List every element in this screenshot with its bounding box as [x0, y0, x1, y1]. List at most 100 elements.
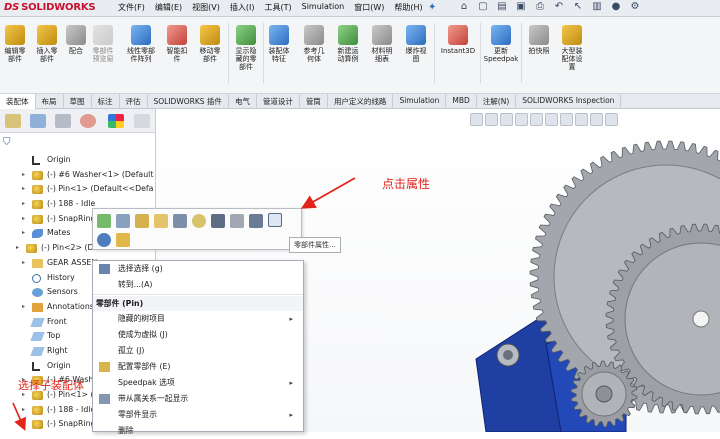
select-icon[interactable]: ↖ — [570, 1, 586, 15]
tree-item[interactable]: Origin — [0, 153, 156, 168]
display-manager-tab-icon[interactable] — [108, 114, 124, 128]
menu-item-goto[interactable]: 转到...(A) — [93, 277, 303, 293]
expand-arrow-icon[interactable]: ▸ — [22, 417, 25, 431]
snapshot-button[interactable]: 拍快照 — [522, 25, 556, 55]
tab-electrical[interactable]: 电气 — [229, 94, 257, 109]
appearance-icon[interactable] — [575, 113, 588, 126]
menu-item-speedpak-options[interactable]: Speedpak 选项 ▸ — [93, 375, 303, 391]
move-component-button[interactable]: 移动零 部件 — [193, 25, 227, 63]
view-orientation-icon[interactable] — [530, 113, 543, 126]
menu-file[interactable]: 文件(F) — [118, 2, 145, 13]
tab-inspection[interactable]: SOLIDWORKS Inspection — [516, 94, 622, 109]
expand-arrow-icon[interactable]: ▸ — [16, 241, 19, 255]
component-properties-icon[interactable] — [268, 213, 282, 227]
undo-icon[interactable]: ↶ — [551, 1, 567, 15]
appearance-icon[interactable] — [230, 214, 244, 228]
menu-simulation[interactable]: Simulation — [302, 2, 345, 13]
tab-annotations[interactable]: 注解(N) — [477, 94, 517, 109]
expand-arrow-icon[interactable]: ▸ — [22, 403, 25, 417]
scene-icon[interactable] — [590, 113, 603, 126]
view-settings-icon[interactable] — [605, 113, 618, 126]
isolate-icon[interactable] — [192, 214, 206, 228]
tab-user-routing[interactable]: 用户定义的线路 — [328, 94, 394, 109]
menu-edit[interactable]: 编辑(E) — [155, 2, 182, 13]
menu-item-make-virtual[interactable]: 使成为虚拟 (J) — [93, 327, 303, 343]
speedpak-button[interactable]: 更新 Speedpak — [482, 25, 520, 63]
expand-arrow-icon[interactable]: ▸ — [22, 168, 25, 182]
configure-component-icon[interactable] — [116, 233, 130, 247]
menu-help[interactable]: 帮助(H) — [394, 2, 422, 13]
menu-item-show-with-dependents[interactable]: 带从属关系一起显示 — [93, 391, 303, 407]
dimxpert-tab-icon[interactable] — [80, 114, 96, 128]
expand-arrow-icon[interactable]: ▸ — [22, 182, 25, 196]
menu-item-delete[interactable]: 删除 — [93, 423, 303, 439]
menu-insert[interactable]: 插入(I) — [230, 2, 255, 13]
zoom-to-selection-icon[interactable] — [97, 233, 111, 247]
menu-item-select[interactable]: 选择选择 (g) — [93, 261, 303, 277]
hide-components-icon[interactable] — [154, 214, 168, 228]
property-manager-tab-icon[interactable] — [30, 114, 46, 128]
zoom-area-icon[interactable] — [485, 113, 498, 126]
previous-view-icon[interactable] — [500, 113, 513, 126]
menu-tools[interactable]: 工具(T) — [264, 2, 291, 13]
feature-manager-tab-icon[interactable] — [5, 114, 21, 128]
tab-assembly[interactable]: 装配体 — [0, 94, 36, 109]
mate-icon[interactable] — [249, 214, 263, 228]
open-part-icon[interactable] — [135, 214, 149, 228]
open-icon[interactable]: ▤ — [494, 1, 510, 15]
tab-markup[interactable]: 标注 — [92, 94, 120, 109]
menu-item-configure-component[interactable]: 配置零部件 (E) — [93, 359, 303, 375]
show-hidden-button[interactable]: 显示隐 藏的零 部件 — [229, 25, 263, 71]
tab-evaluate[interactable]: 评估 — [120, 94, 148, 109]
options-icon[interactable]: ⚙ — [627, 1, 643, 15]
edit-assembly-icon[interactable] — [116, 214, 130, 228]
traffic-light-icon[interactable]: ● — [608, 1, 624, 15]
linear-pattern-button[interactable]: 线性零部 件阵列 — [124, 25, 158, 63]
new-icon[interactable]: ▢ — [475, 1, 491, 15]
rebuild-icon[interactable]: ▥ — [589, 1, 605, 15]
expand-arrow-icon[interactable]: ▸ — [22, 300, 25, 314]
expand-arrow-icon[interactable]: ▸ — [22, 197, 25, 211]
exploded-view-button[interactable]: 爆炸视图 — [399, 25, 433, 63]
home-icon[interactable]: ⌂ — [456, 1, 472, 15]
bom-button[interactable]: 材料明 细表 — [365, 25, 399, 63]
tab-layout[interactable]: 布局 — [36, 94, 64, 109]
large-assembly-button[interactable]: 大型装 配体设置 — [555, 25, 589, 71]
display-style-icon[interactable] — [545, 113, 558, 126]
save-icon[interactable]: ▣ — [513, 1, 529, 15]
expand-arrow-icon[interactable]: ▸ — [22, 212, 25, 226]
tab-simulation[interactable]: Simulation — [393, 94, 447, 109]
menu-view[interactable]: 视图(V) — [192, 2, 220, 13]
menu-window[interactable]: 窗口(W) — [354, 2, 384, 13]
filter-icon[interactable]: ⛉ — [3, 137, 11, 148]
tree-item[interactable]: ▸ (-) Pin<1> (Default<<Defa — [0, 182, 156, 197]
instant3d-button[interactable]: Instant3D — [438, 25, 478, 55]
tab-tubing[interactable]: 管筒 — [300, 94, 328, 109]
tab-piping[interactable]: 管道设计 — [257, 94, 300, 109]
pin-menu-icon[interactable]: ✦ — [428, 2, 436, 13]
hide-show-icon[interactable] — [560, 113, 573, 126]
tab-addins[interactable]: SOLIDWORKS 插件 — [148, 94, 229, 109]
more-tabs-icon[interactable] — [134, 114, 150, 128]
smart-fastener-button[interactable]: 智能扣件 — [160, 25, 194, 63]
rebuild-selection-icon[interactable] — [211, 214, 225, 228]
expand-arrow-icon[interactable]: ▸ — [22, 256, 25, 270]
menu-item-isolate[interactable]: 孤立 (J) — [93, 343, 303, 359]
tab-sketch[interactable]: 草图 — [64, 94, 92, 109]
assembly-feature-button[interactable]: 装配体 特征 — [262, 25, 296, 63]
make-transparent-icon[interactable] — [173, 214, 187, 228]
configuration-manager-tab-icon[interactable] — [55, 114, 71, 128]
tab-mbd[interactable]: MBD — [446, 94, 477, 109]
reference-geometry-button[interactable]: 参考几 何体 — [297, 25, 331, 63]
zoom-fit-icon[interactable] — [470, 113, 483, 126]
tree-item[interactable]: ▸ (-) #6 Washer<1> (Default — [0, 168, 156, 183]
menu-item-hidden-tree-items[interactable]: 隐藏的树项目 ▸ — [93, 311, 303, 327]
section-view-icon[interactable] — [515, 113, 528, 126]
motion-study-button[interactable]: 新建运 动算例 — [331, 25, 365, 63]
expand-arrow-icon[interactable]: ▸ — [22, 226, 25, 240]
menu-item-component-display[interactable]: 零部件显示 ▸ — [93, 407, 303, 423]
edit-part-icon[interactable] — [97, 214, 111, 228]
edit-component-button[interactable]: 编辑零 部件 — [0, 25, 32, 63]
component-preview-button[interactable]: 零部件 预览窗 — [86, 25, 120, 63]
print-icon[interactable]: ⎙ — [532, 1, 548, 15]
